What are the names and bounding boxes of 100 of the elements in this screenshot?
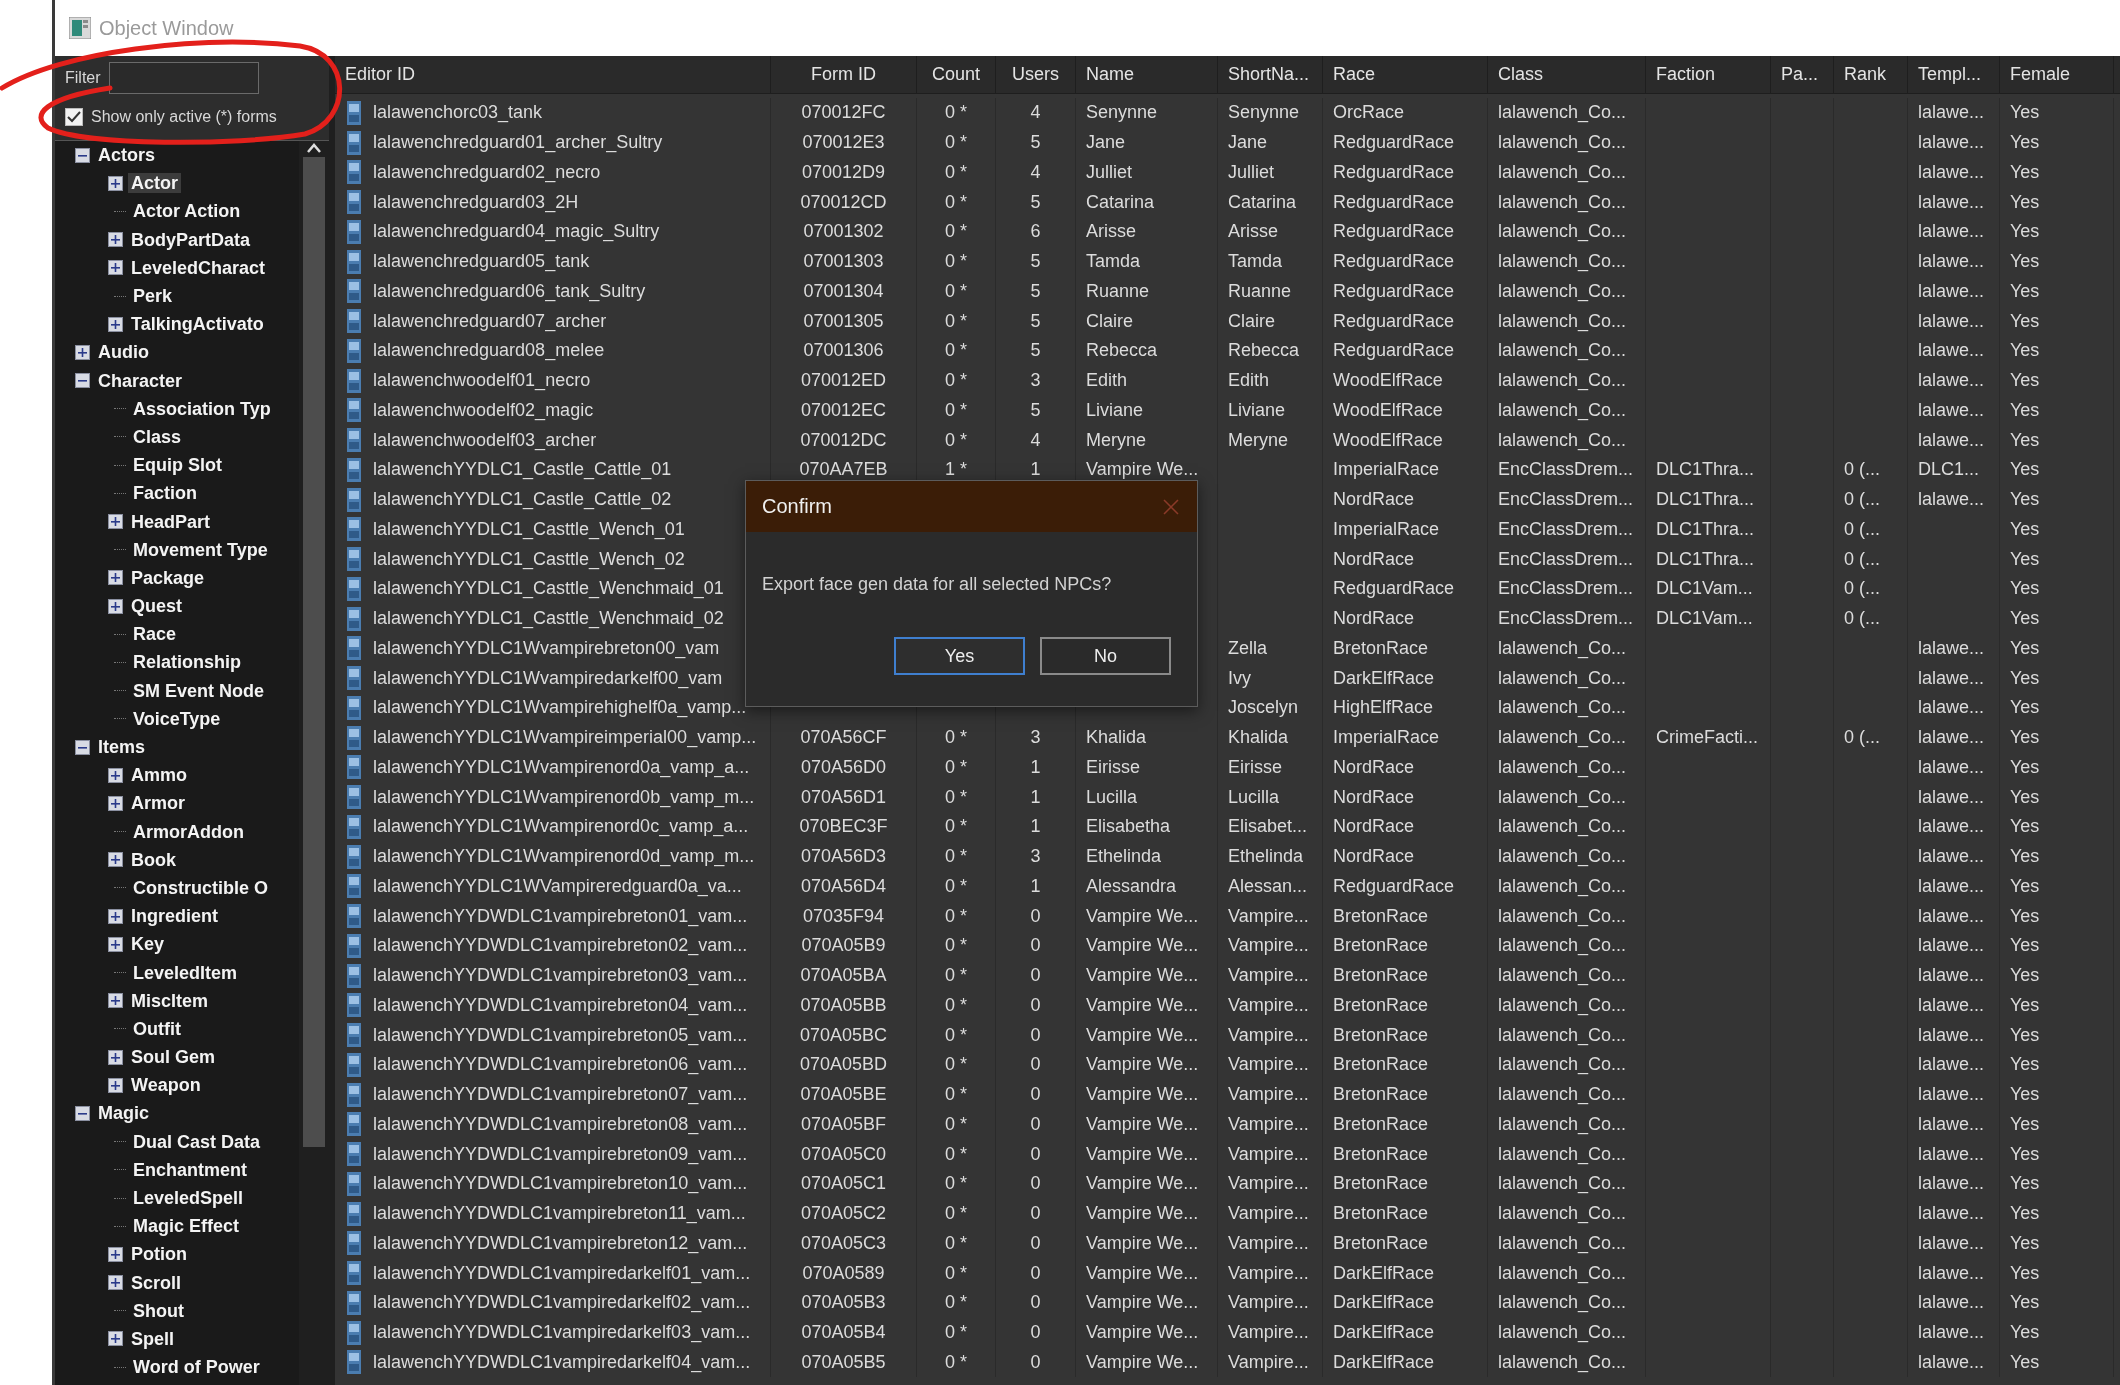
- table-cell: Julliet: [1228, 161, 1275, 183]
- tree-item[interactable]: Faction: [130, 483, 200, 504]
- tree-item[interactable]: Race: [130, 624, 180, 645]
- expand-toggle[interactable]: [75, 147, 90, 163]
- tree-item[interactable]: Relationship: [130, 652, 244, 673]
- tree-item[interactable]: HeadPart: [128, 511, 214, 532]
- expand-toggle[interactable]: [75, 739, 90, 755]
- tree-item[interactable]: Equip Slot: [130, 455, 225, 476]
- tree-item[interactable]: Dual Cast Data: [130, 1131, 264, 1152]
- expand-toggle[interactable]: [75, 373, 90, 389]
- table-cell: 0 *: [945, 816, 967, 838]
- expand-toggle[interactable]: [108, 316, 123, 332]
- scrollbar[interactable]: [299, 141, 329, 1385]
- tree-item[interactable]: Perk: [130, 286, 176, 307]
- tree-item[interactable]: VoiceType: [130, 708, 224, 729]
- column-header[interactable]: Race: [1323, 56, 1488, 93]
- expand-toggle[interactable]: [108, 993, 123, 1009]
- tree-item[interactable]: Audio: [95, 342, 152, 363]
- tree-item[interactable]: Soul Gem: [128, 1047, 218, 1068]
- table-cell: lalawenchYYDWDLC1vampirebreton01_vam...: [373, 905, 748, 927]
- tree-item[interactable]: Actor: [128, 173, 181, 194]
- tree-item[interactable]: Outfit: [130, 1018, 184, 1039]
- dialog-button[interactable]: No: [1040, 637, 1171, 675]
- column-header[interactable]: Class: [1488, 56, 1646, 93]
- tree-item[interactable]: Enchantment: [130, 1159, 250, 1180]
- column-header[interactable]: ShortNa...: [1218, 56, 1323, 93]
- column-header[interactable]: Rank: [1834, 56, 1908, 93]
- table-cell: 0 *: [945, 102, 967, 124]
- tree-item[interactable]: Items: [95, 737, 149, 758]
- expand-toggle[interactable]: [108, 767, 123, 783]
- expand-toggle[interactable]: [108, 852, 123, 868]
- tree-item[interactable]: TalkingActivato: [128, 314, 267, 335]
- tree-item[interactable]: MiscItem: [128, 990, 212, 1011]
- expand-toggle[interactable]: [75, 344, 90, 360]
- window-icon: [69, 17, 91, 39]
- dialog-button[interactable]: Yes: [894, 637, 1025, 675]
- tree-item[interactable]: Word of Power: [130, 1357, 263, 1378]
- tree-item[interactable]: LeveledItem: [130, 962, 241, 983]
- column-header[interactable]: Name: [1076, 56, 1218, 93]
- tree-item[interactable]: Potion: [128, 1244, 190, 1265]
- tree-item[interactable]: LeveledSpell: [130, 1188, 247, 1209]
- column-header[interactable]: Form ID: [771, 56, 917, 93]
- tree-item[interactable]: Weapon: [128, 1075, 204, 1096]
- tree-item[interactable]: Package: [128, 567, 208, 588]
- tree-item[interactable]: Spell: [128, 1328, 177, 1349]
- active-forms-checkbox[interactable]: [65, 108, 83, 126]
- expand-toggle[interactable]: [108, 232, 123, 248]
- expand-toggle[interactable]: [108, 175, 123, 191]
- expand-toggle[interactable]: [108, 908, 123, 924]
- tree-item[interactable]: Movement Type: [130, 539, 271, 560]
- table-cell: 070A56D0: [800, 756, 887, 778]
- table-cell: 0 *: [945, 370, 967, 392]
- column-header[interactable]: Editor ID: [335, 56, 771, 93]
- tree-item[interactable]: BodyPartData: [128, 229, 254, 250]
- expand-toggle[interactable]: [108, 1049, 123, 1065]
- tree-item[interactable]: Key: [128, 934, 168, 955]
- tree-item[interactable]: SM Event Node: [130, 680, 268, 701]
- column-header[interactable]: Count: [917, 56, 996, 93]
- expand-toggle[interactable]: [108, 1275, 123, 1291]
- tree-item[interactable]: LeveledCharact: [128, 257, 269, 278]
- tree-item[interactable]: Scroll: [128, 1272, 185, 1293]
- tree-item[interactable]: Actor Action: [130, 201, 244, 222]
- tree-item[interactable]: Quest: [128, 596, 185, 617]
- table-cell: 0 *: [945, 1113, 967, 1135]
- tree-item[interactable]: Association Typ: [130, 398, 274, 419]
- expand-toggle[interactable]: [108, 570, 123, 586]
- table-cell: lalawench_Co...: [1498, 370, 1627, 392]
- expand-toggle[interactable]: [108, 795, 123, 811]
- expand-toggle[interactable]: [108, 1077, 123, 1093]
- tree-item[interactable]: Actors: [95, 145, 158, 166]
- scroll-up-icon[interactable]: [307, 143, 321, 153]
- tree-item[interactable]: Ingredient: [128, 906, 221, 927]
- expand-toggle[interactable]: [108, 598, 123, 614]
- tree-item[interactable]: Magic: [95, 1103, 152, 1124]
- expand-toggle[interactable]: [108, 936, 123, 952]
- tree-item[interactable]: Shout: [130, 1300, 187, 1321]
- table-cell: 070A05C1: [800, 1173, 887, 1195]
- scrollbar-thumb[interactable]: [303, 157, 325, 1147]
- tree-item[interactable]: Constructible O: [130, 877, 271, 898]
- tree-item[interactable]: Ammo: [128, 765, 190, 786]
- filter-field[interactable]: [108, 62, 259, 94]
- tree-item[interactable]: Magic Effect: [130, 1216, 243, 1237]
- expand-toggle[interactable]: [108, 1246, 123, 1262]
- column-header[interactable]: Templ...: [1908, 56, 2000, 93]
- tree-item[interactable]: Armor: [128, 793, 188, 814]
- tree-item[interactable]: ArmorAddon: [130, 821, 247, 842]
- column-header[interactable]: Pa...: [1771, 56, 1834, 93]
- tree-item[interactable]: Character: [95, 370, 186, 391]
- expand-toggle[interactable]: [108, 1331, 123, 1347]
- expand-toggle[interactable]: [108, 260, 123, 276]
- expand-toggle[interactable]: [75, 1105, 90, 1121]
- tree-item[interactable]: Book: [128, 849, 179, 870]
- table-cell: WoodElfRace: [1333, 429, 1443, 451]
- expand-toggle[interactable]: [108, 514, 123, 530]
- plus-icon: [78, 347, 87, 357]
- column-header[interactable]: Female: [2000, 56, 2114, 93]
- tree-item[interactable]: Class: [130, 426, 185, 447]
- column-header[interactable]: Users: [996, 56, 1076, 93]
- column-header[interactable]: Faction: [1646, 56, 1771, 93]
- table-cell: lalawench_Co...: [1498, 1173, 1627, 1195]
